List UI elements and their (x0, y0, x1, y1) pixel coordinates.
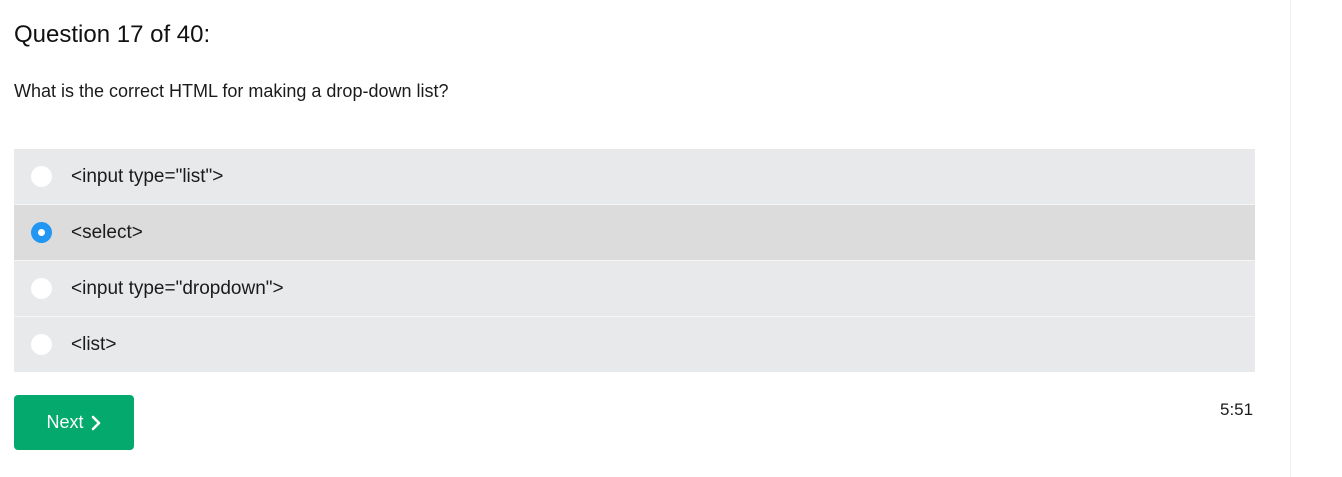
radio-button-4[interactable] (31, 334, 52, 355)
right-panel-divider (1290, 0, 1291, 477)
answer-option-label: <select> (71, 221, 143, 243)
answer-option-2[interactable]: <select> (14, 205, 1255, 261)
question-text: What is the correct HTML for making a dr… (14, 81, 449, 101)
answer-option-label: <input type="list"> (71, 165, 224, 187)
answer-option-4[interactable]: <list> (14, 317, 1255, 372)
next-button-label: Next (46, 412, 84, 432)
radio-button-1[interactable] (31, 166, 52, 187)
chevron-right-icon (91, 415, 100, 430)
answer-options: <input type="list"> <select> <input type… (14, 149, 1255, 372)
quiz-page: Question 17 of 40: What is the correct H… (0, 0, 1342, 477)
countdown-timer: 5:51 (1220, 400, 1254, 419)
answer-option-1[interactable]: <input type="list"> (14, 149, 1255, 205)
question-heading: Question 17 of 40: (14, 21, 211, 48)
answer-option-3[interactable]: <input type="dropdown"> (14, 261, 1255, 317)
radio-button-3[interactable] (31, 278, 52, 299)
answer-option-label: <list> (71, 333, 117, 355)
next-button[interactable]: Next (14, 395, 134, 450)
answer-option-label: <input type="dropdown"> (71, 277, 284, 299)
radio-button-2[interactable] (31, 222, 52, 243)
